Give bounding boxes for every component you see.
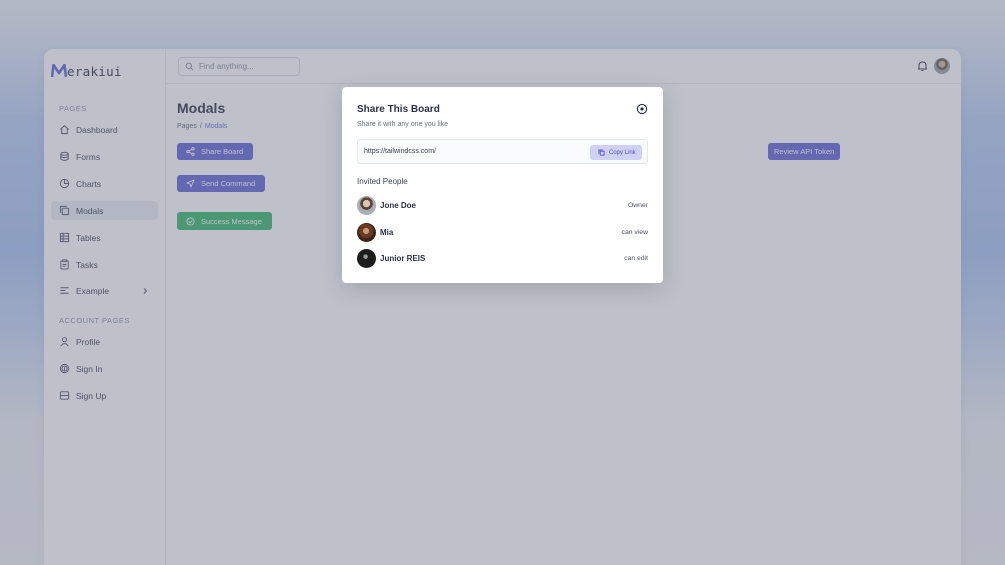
share-modal: Share This Board Share it with any one y… <box>342 87 663 283</box>
person-name: Junior REIS <box>380 253 426 263</box>
modal-subtitle: Share it with any one you like <box>357 121 449 128</box>
person-role[interactable]: can view <box>622 229 648 236</box>
person-name: Mia <box>380 227 394 237</box>
list-item: Junior REIS can edit <box>357 248 648 268</box>
close-icon[interactable] <box>636 103 648 115</box>
person-name: Jone Doe <box>380 200 417 210</box>
copy-link-button[interactable]: Copy Link <box>590 145 642 160</box>
avatar <box>357 222 376 242</box>
share-link-field[interactable]: https://tailwindcss.com/ Copy Link <box>357 139 648 164</box>
list-item: Jone Doe Owner <box>357 195 648 215</box>
person-role[interactable]: Owner <box>628 202 648 209</box>
person-role[interactable]: can edit <box>624 255 648 262</box>
invited-people-heading: Invited People <box>357 177 408 186</box>
avatar <box>357 248 376 268</box>
avatar <box>357 195 376 215</box>
copy-link-label: Copy Link <box>609 149 636 156</box>
share-link-url: https://tailwindcss.com/ <box>364 148 436 155</box>
copy-icon <box>598 149 605 156</box>
modal-title: Share This Board <box>357 104 440 115</box>
list-item: Mia can view <box>357 222 648 242</box>
